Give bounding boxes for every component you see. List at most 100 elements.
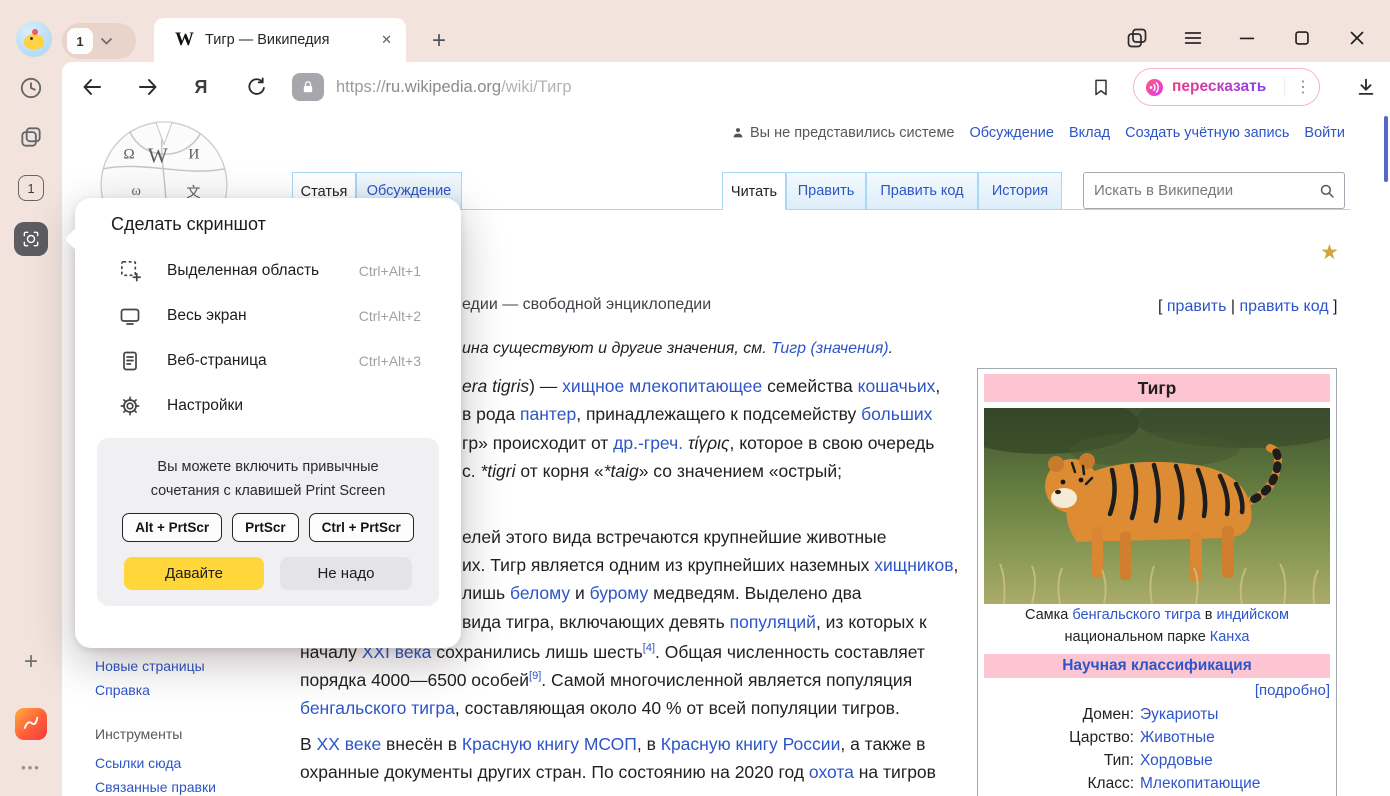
taxonomy-row: Царство:Животные [984, 726, 1330, 749]
menu-item-capture-screen[interactable]: Весь экран Ctrl+Alt+2 [75, 293, 461, 338]
webpage-icon [117, 349, 143, 373]
more-button[interactable]: ••• [0, 760, 62, 775]
download-button[interactable] [1354, 75, 1378, 99]
retell-more-icon[interactable]: ⋮ [1284, 77, 1311, 97]
taxonomy-row: Класс:Млекопитающие [984, 772, 1330, 795]
sidebar-link-what-links-here[interactable]: Ссылки сюда [95, 755, 181, 771]
hatnote: ина существуют и другие значения, см. Ти… [462, 340, 893, 358]
screenshot-button[interactable] [14, 222, 48, 256]
wiki-link[interactable]: Млекопитающие [1140, 772, 1260, 795]
wiki-link[interactable]: Красную книгу России [661, 734, 841, 754]
article-line: елей этого вида встречаются крупнейшие ж… [462, 527, 886, 548]
bookmark-button[interactable] [1089, 75, 1113, 99]
wiki-link[interactable]: Животные [1140, 726, 1215, 749]
tab-edit[interactable]: Править [786, 172, 866, 209]
article-line: вида тигра, включающих девять популяций,… [462, 612, 927, 633]
wiki-link[interactable]: [4] [643, 642, 655, 654]
wiki-link[interactable]: млекопитающее [629, 376, 762, 396]
retell-button[interactable]: пересказать ⋮ [1133, 68, 1320, 106]
edit-links: [ править | править код ] [1158, 298, 1337, 316]
notice-text: сочетания с клавишей Print Screen [97, 479, 439, 503]
wiki-link[interactable]: Красную книгу МСОП [462, 734, 637, 754]
history-button[interactable] [0, 75, 62, 101]
wiki-link[interactable]: индийском [1216, 607, 1289, 623]
wiki-link[interactable]: хищное [562, 376, 624, 396]
add-panel-button[interactable]: + [0, 648, 62, 676]
tab-groups-icon[interactable] [1123, 24, 1151, 52]
wiki-link[interactable]: XX веке [317, 734, 382, 754]
tab-edit-source[interactable]: Править код [866, 172, 978, 209]
sidebar-link-help[interactable]: Справка [95, 682, 150, 698]
wiki-link[interactable]: бенгальского тигра [300, 698, 455, 718]
tabs-stack-button[interactable] [0, 124, 62, 150]
wiki-search-box[interactable] [1083, 172, 1345, 209]
counter-badge-button[interactable]: 1 [18, 175, 44, 201]
menu-icon[interactable] [1179, 24, 1207, 52]
avatar-crest [32, 29, 38, 35]
tab-close-icon[interactable]: ✕ [381, 32, 392, 48]
classification-details-link: [подробно] [984, 682, 1330, 699]
wiki-link[interactable]: белому [510, 583, 570, 603]
profile-avatar[interactable] [16, 21, 52, 57]
wiki-link[interactable]: подробно [1259, 682, 1326, 699]
classification-header[interactable]: Научная классификация [984, 654, 1330, 678]
page-scrollbar-thumb[interactable] [1384, 116, 1388, 182]
accept-button[interactable]: Давайте [124, 557, 264, 590]
popup-menu: Выделенная область Ctrl+Alt+1 Весь экран… [75, 248, 461, 428]
wiki-link[interactable]: больших [861, 404, 932, 424]
article-line: лишь белому и бурому медведям. Выделено … [462, 583, 861, 604]
notice-text: Вы можете включить привычные [97, 455, 439, 479]
svg-text:ω: ω [132, 183, 141, 199]
wiki-link[interactable]: Тигр (значения) [771, 340, 889, 357]
tab-read[interactable]: Читать [722, 172, 786, 210]
maximize-button[interactable] [1288, 24, 1316, 52]
wiki-link[interactable]: кошачьих [858, 376, 936, 396]
minimize-button[interactable] [1233, 24, 1261, 52]
selection-icon [117, 258, 143, 283]
wiki-link[interactable]: бенгальского тигра [1072, 607, 1200, 623]
tab-history[interactable]: История [978, 172, 1062, 209]
browser-tab[interactable]: W Тигр — Википедия ✕ [154, 18, 406, 62]
chevron-down-icon [101, 38, 112, 45]
featured-star-icon[interactable]: ★ [1320, 240, 1339, 265]
article-line: с. *tigri от корня «*taig» со значением … [462, 461, 842, 482]
sidebar-link-new-pages[interactable]: Новые страницы [95, 658, 205, 674]
address-bar[interactable]: https://ru.wikipedia.org/wiki/Тигр [336, 62, 572, 112]
tab-counter[interactable]: 1 [62, 23, 136, 59]
site-info-chip[interactable] [292, 73, 324, 101]
wiki-link[interactable]: Хордовые [1140, 749, 1213, 772]
wiki-link[interactable]: популяций [730, 612, 816, 632]
close-button[interactable] [1343, 24, 1371, 52]
forward-button[interactable] [136, 75, 160, 99]
wiki-link[interactable]: Эукариоты [1140, 703, 1218, 726]
personal-link-contribs[interactable]: Вклад [1069, 125, 1110, 141]
wiki-link[interactable]: [9] [529, 670, 541, 682]
search-input[interactable] [1094, 182, 1318, 199]
article-line: порядка 4000—6500 особей[9]. Самой много… [300, 670, 912, 691]
sidebar-link-related-changes[interactable]: Связанные правки [95, 779, 216, 795]
wiki-link[interactable]: Канха [1210, 629, 1250, 645]
personal-link-create-account[interactable]: Создать учётную запись [1125, 125, 1289, 141]
yandex-button[interactable]: Я [189, 75, 213, 99]
personal-link-talk[interactable]: Обсуждение [969, 125, 1053, 141]
personal-link-login[interactable]: Войти [1304, 125, 1345, 141]
wiki-link[interactable]: править код [1240, 298, 1329, 315]
wiki-link[interactable]: бурому [590, 583, 649, 603]
sidebar-heading-tools: Инструменты [95, 726, 182, 742]
music-button[interactable] [15, 708, 47, 740]
search-icon[interactable] [1318, 182, 1336, 200]
decline-button[interactable]: Не надо [280, 557, 412, 590]
menu-item-capture-page[interactable]: Веб-страница Ctrl+Alt+3 [75, 338, 461, 383]
wiki-link[interactable]: пантер [520, 404, 576, 424]
reload-button[interactable] [245, 75, 269, 99]
tab-count-badge: 1 [67, 28, 93, 54]
wiki-link[interactable]: править [1167, 298, 1227, 315]
back-button[interactable] [80, 75, 104, 99]
new-tab-button[interactable]: + [424, 26, 454, 56]
menu-item-capture-area[interactable]: Выделенная область Ctrl+Alt+1 [75, 248, 461, 293]
menu-item-settings[interactable]: Настройки [75, 383, 461, 428]
wiki-link[interactable]: охота [809, 762, 854, 782]
wiki-link[interactable]: др.-греч. [613, 433, 683, 453]
tiger-image[interactable] [984, 408, 1330, 604]
wiki-link[interactable]: хищников [874, 555, 953, 575]
